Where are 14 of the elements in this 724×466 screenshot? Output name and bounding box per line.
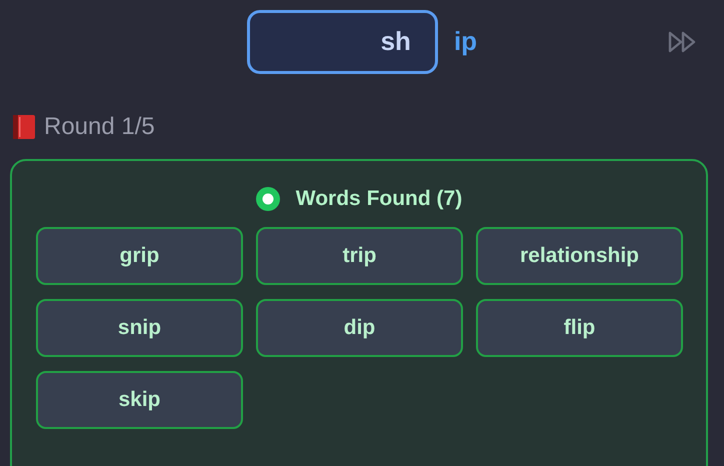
word-chip[interactable]: dip xyxy=(256,299,463,357)
word-chip[interactable]: trip xyxy=(256,227,463,285)
word-chip[interactable]: relationship xyxy=(476,227,683,285)
book-icon xyxy=(12,114,36,140)
round-label: Round 1/5 xyxy=(44,113,155,141)
panel-title: Words Found (7) xyxy=(296,187,462,211)
word-chip[interactable]: grip xyxy=(36,227,243,285)
answer-field[interactable]: sh xyxy=(246,10,438,74)
word-chip[interactable]: snip xyxy=(36,299,243,357)
word-chip[interactable]: flip xyxy=(476,299,683,357)
word-suffix: ip xyxy=(454,26,478,57)
status-dot-icon xyxy=(256,187,280,211)
word-chip[interactable]: skip xyxy=(36,371,243,429)
fast-forward-icon xyxy=(668,31,698,53)
